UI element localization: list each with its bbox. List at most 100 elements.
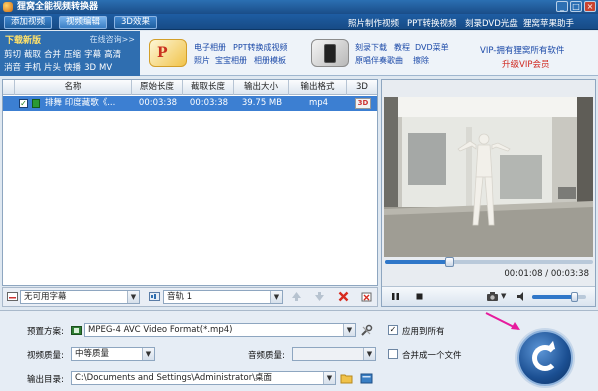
app-window: 狸窝全能视频转换器 _ □ × 添加视频 视频编辑 3D效果 照片制作视频 PP… (0, 0, 598, 391)
move-up-icon[interactable] (291, 291, 302, 302)
volume-slider[interactable] (532, 292, 586, 302)
delete-icon[interactable] (338, 291, 349, 302)
stop-icon[interactable] (415, 292, 424, 301)
column-output-format[interactable]: 输出格式 (289, 80, 347, 95)
seek-progress (385, 260, 450, 264)
list-toolbar: 无可用字幕 ▼ 音轨 1 ▼ (2, 287, 378, 307)
title-bar: 狸窝全能视频转换器 _ □ × (0, 0, 598, 14)
burn-group: 刻录下载 教程 DVD菜单 原唱伴奏歌曲 擦除 (308, 31, 453, 76)
video-quality-value: 中等质量 (75, 349, 110, 359)
column-original-length[interactable]: 原始长度 (132, 80, 183, 95)
link-e-album[interactable]: 电子相册 (194, 42, 226, 53)
output-path-value: C:\Documents and Settings\Administrator\… (75, 373, 273, 383)
column-clip-length[interactable]: 截取长度 (183, 80, 234, 95)
dancer-scene-image (384, 97, 593, 257)
3d-badge-icon[interactable]: 3D (355, 98, 371, 109)
subtitle-icon (7, 292, 18, 301)
tools-row-1: 剪切 截取 合并 压缩 字幕 高清 (4, 48, 124, 60)
tool-link-row1-4[interactable]: 字幕 (84, 50, 101, 60)
row-checkbox[interactable]: ✓ (19, 99, 28, 108)
maximize-button[interactable]: □ (570, 1, 582, 12)
link-burn-dvd[interactable]: 刻录DVD光盘 (465, 17, 518, 29)
chevron-down-icon[interactable]: ▼ (270, 291, 282, 303)
player-controls: ▼ (382, 286, 595, 306)
online-help-link[interactable]: 在线咨询>> (90, 34, 135, 45)
column-name[interactable]: 名称 (15, 80, 132, 95)
ppt-album-icon[interactable]: P (149, 39, 187, 67)
link-burn-download[interactable]: 刻录下载 (355, 42, 387, 53)
volume-handle[interactable] (571, 292, 579, 302)
link-baby-album[interactable]: 宝宝相册 (215, 55, 247, 66)
table-row[interactable]: ✓ 排舞 印度藏歌《... 00:03:38 00:03:38 39.75 MB… (3, 96, 377, 111)
current-time: 00:01:08 (504, 269, 543, 279)
tool-link-row1-1[interactable]: 截取 (24, 50, 41, 60)
chevron-down-icon[interactable]: ▼ (323, 372, 335, 384)
column-output-size[interactable]: 输出大小 (234, 80, 289, 95)
volume-icon[interactable] (516, 291, 527, 302)
tool-link-row2-3[interactable]: 快播 (64, 63, 81, 73)
open-folder-icon[interactable] (360, 372, 373, 384)
tab-3d-effect[interactable]: 3D效果 (114, 16, 157, 29)
tab-add-video[interactable]: 添加视频 (4, 16, 53, 29)
apply-all-checkbox[interactable]: ✓ (388, 325, 398, 335)
video-quality-select[interactable]: 中等质量 ▼ (71, 347, 155, 361)
column-3d[interactable]: 3D (347, 80, 377, 95)
vip-upgrade-link[interactable]: 升级VIP会员 (502, 58, 549, 70)
merge-label: 合并成一个文件 (402, 351, 462, 361)
folder-browse-icon[interactable] (340, 372, 353, 384)
tool-link-row2-0[interactable]: 消音 (4, 63, 21, 73)
apply-all-label: 应用到所有 (402, 327, 445, 337)
convert-button[interactable] (517, 330, 573, 386)
chevron-down-icon[interactable]: ▼ (142, 348, 154, 360)
minimize-button[interactable]: _ (556, 1, 568, 12)
tool-link-row1-2[interactable]: 合并 (44, 50, 61, 60)
tool-link-row2-5[interactable]: MV (99, 63, 112, 73)
output-path-field[interactable]: C:\Documents and Settings\Administrator\… (71, 371, 336, 385)
row-clip-length: 00:03:38 (189, 98, 229, 108)
seek-bar[interactable] (385, 257, 593, 267)
merge-checkbox[interactable] (388, 349, 398, 359)
link-album-template[interactable]: 相册模板 (254, 55, 286, 66)
close-button[interactable]: × (584, 1, 596, 12)
file-list-header: 名称 原始长度 截取长度 输出大小 输出格式 3D (3, 80, 377, 95)
audio-track-select[interactable]: 音轨 1 ▼ (163, 290, 283, 304)
audio-quality-select[interactable]: ▼ (292, 347, 376, 361)
settings-wrench-icon[interactable] (360, 324, 373, 337)
link-apple-helper[interactable]: 狸窝苹果助手 (523, 17, 574, 29)
preview-panel: 00:01:08 / 00:03:38 ▼ (381, 79, 596, 307)
download-new-link[interactable]: 下载新版 (5, 33, 41, 46)
video-quality-label: 视频质量: (27, 351, 64, 361)
preset-select[interactable]: MPEG-4 AVC Video Format(*.mp4) ▼ (84, 323, 356, 337)
link-photo[interactable]: 照片 (194, 55, 210, 66)
link-karaoke[interactable]: 原唱伴奏歌曲 (355, 55, 403, 66)
tools-row-2: 消音 手机 片头 快播 3D MV (4, 61, 115, 73)
link-tutorial[interactable]: 教程 (394, 42, 410, 53)
link-dvd-menu[interactable]: DVD菜单 (415, 42, 449, 53)
tool-link-row1-3[interactable]: 压缩 (64, 50, 81, 60)
tab-video-edit[interactable]: 视频编辑 (59, 16, 108, 29)
move-down-icon[interactable] (314, 291, 325, 302)
clear-list-icon[interactable] (361, 291, 372, 302)
tool-link-row1-5[interactable]: 高清 (104, 50, 121, 60)
chevron-down-icon[interactable]: ▼ (127, 291, 139, 303)
video-preview[interactable] (384, 97, 593, 257)
pause-icon[interactable] (391, 292, 400, 301)
snapshot-chevron-down-icon[interactable]: ▼ (501, 292, 506, 300)
tool-link-row2-4[interactable]: 3D (84, 63, 96, 73)
vip-info[interactable]: VIP-拥有狸窝所有软件 (480, 44, 564, 56)
tool-link-row2-1[interactable]: 手机 (24, 63, 41, 73)
chevron-down-icon[interactable]: ▼ (363, 348, 375, 360)
link-erase[interactable]: 擦除 (413, 55, 429, 66)
link-ppt-to-video[interactable]: PPT转换成视频 (233, 42, 288, 53)
output-dir-label: 输出目录: (27, 375, 64, 385)
tool-link-row2-2[interactable]: 片头 (44, 63, 61, 73)
camera-icon[interactable] (486, 291, 499, 302)
link-ppt-video[interactable]: PPT转换视频 (407, 17, 456, 29)
chevron-down-icon[interactable]: ▼ (343, 324, 355, 336)
tool-link-row1-0[interactable]: 剪切 (4, 50, 21, 60)
subtitle-select[interactable]: 无可用字幕 ▼ (20, 290, 140, 304)
phone-dvd-icon[interactable] (311, 39, 349, 67)
link-photo-video[interactable]: 照片制作视频 (348, 17, 399, 29)
seek-handle[interactable] (445, 257, 455, 267)
audio-quality-value (293, 349, 296, 359)
